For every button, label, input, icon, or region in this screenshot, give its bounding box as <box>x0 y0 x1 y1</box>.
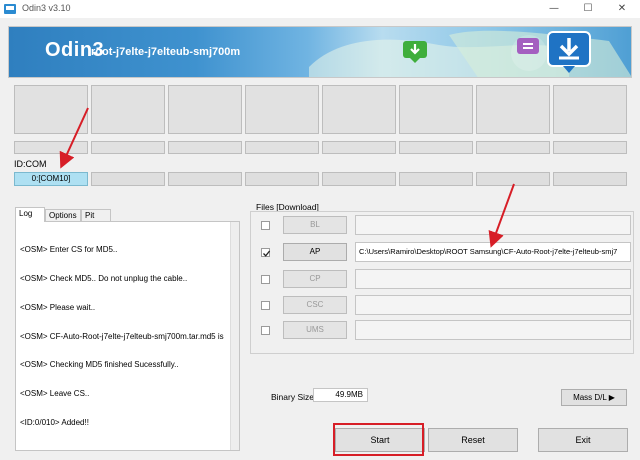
log-line: <ID:0/010> Added!! <box>20 417 89 427</box>
com-port-cell <box>476 172 550 186</box>
check-mark-icon <box>263 250 271 257</box>
maximize-button[interactable]: ☐ <box>574 0 602 18</box>
log-line: <OSM> Leave CS.. <box>20 389 90 399</box>
cp-checkbox[interactable] <box>261 275 270 284</box>
progress-bar <box>245 141 319 154</box>
device-slot-3 <box>168 85 242 134</box>
cp-button[interactable]: CP <box>283 270 347 288</box>
odin-app-icon <box>4 3 16 15</box>
minimize-button[interactable]: — <box>540 0 568 18</box>
com-port-cell <box>168 172 242 186</box>
binary-size-value: 49.9MB <box>313 388 368 402</box>
progress-bar <box>399 141 473 154</box>
csc-path-field[interactable] <box>355 295 631 315</box>
device-slot-8 <box>553 85 627 134</box>
bl-path-field[interactable] <box>355 215 631 235</box>
com-port-cell <box>553 172 627 186</box>
ap-checkbox[interactable] <box>261 248 271 257</box>
com-port-cell <box>399 172 473 186</box>
download-green-icon <box>402 40 428 64</box>
mass-dl-button[interactable]: Mass D/L ▶ <box>561 389 627 406</box>
progress-bar <box>91 141 165 154</box>
csc-button[interactable]: CSC <box>283 296 347 314</box>
ums-button[interactable]: UMS <box>283 321 347 339</box>
progress-bar <box>14 141 88 154</box>
log-line: <OSM> Please wait.. <box>20 302 96 312</box>
log-line: <OSM> CF-Auto-Root-j7elte-j7elteub-smj70… <box>20 331 224 341</box>
binary-size-label: Binary Size <box>271 392 314 402</box>
csc-checkbox[interactable] <box>261 301 270 310</box>
close-button[interactable]: ✕ <box>608 0 636 18</box>
ums-path-field[interactable] <box>355 320 631 340</box>
banner-device-text: root-j7elte-j7elteub-smj700m <box>91 46 241 58</box>
device-slot-5 <box>322 85 396 134</box>
com-port-cell <box>245 172 319 186</box>
device-slot-7 <box>476 85 550 134</box>
bl-checkbox[interactable] <box>261 221 270 230</box>
progress-bar <box>476 141 550 154</box>
tab-log[interactable]: Log <box>15 207 45 222</box>
device-slot-4 <box>245 85 319 134</box>
com-port-cell <box>91 172 165 186</box>
transfer-purple-icon <box>516 37 540 57</box>
progress-bar <box>553 141 627 154</box>
exit-button[interactable]: Exit <box>538 428 628 452</box>
reset-button[interactable]: Reset <box>428 428 518 452</box>
progress-bar <box>168 141 242 154</box>
log-line: <OSM> Checking MD5 finished Sucessfully.… <box>20 360 179 370</box>
device-slot-2 <box>91 85 165 134</box>
title-bar: Odin3 v3.10 — ☐ ✕ <box>0 0 640 18</box>
log-line: <OSM> Enter CS for MD5.. <box>20 245 118 255</box>
id-com-label: ID:COM <box>14 159 47 169</box>
device-slot-6 <box>399 85 473 134</box>
odin-banner: Odin3 root-j7elte-j7elteub-smj700m <box>8 26 632 78</box>
progress-bar <box>322 141 396 154</box>
ap-path-field[interactable]: C:\Users\Ramiro\Desktop\ROOT Samsung\CF-… <box>355 242 631 262</box>
log-line: <OSM> Check MD5.. Do not unplug the cabl… <box>20 273 188 283</box>
log-panel[interactable]: <OSM> Enter CS for MD5.. <OSM> Check MD5… <box>15 221 240 451</box>
log-text: <OSM> Enter CS for MD5.. <OSM> Check MD5… <box>20 226 232 447</box>
window-title: Odin3 v3.10 <box>22 3 71 13</box>
bl-button[interactable]: BL <box>283 216 347 234</box>
start-highlight-box <box>333 423 424 456</box>
log-scrollbar[interactable] <box>230 222 239 450</box>
ums-checkbox[interactable] <box>261 326 270 335</box>
download-blue-icon <box>546 30 592 74</box>
cp-path-field[interactable] <box>355 269 631 289</box>
ap-button[interactable]: AP <box>283 243 347 261</box>
com-port-active: 0:[COM10] <box>14 172 88 186</box>
device-slot-1 <box>14 85 88 134</box>
com-port-cell <box>322 172 396 186</box>
